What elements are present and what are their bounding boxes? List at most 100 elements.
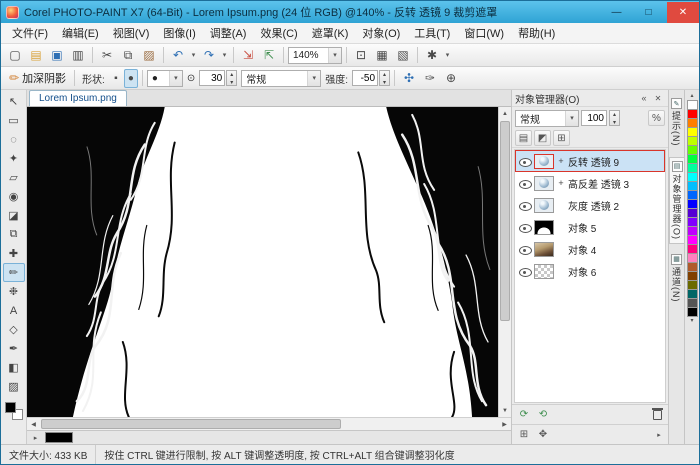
menu-effects[interactable]: 效果(C) xyxy=(253,23,304,43)
redo-dropdown-icon[interactable] xyxy=(220,46,229,65)
mask-rectangle-tool-icon[interactable]: ▭ xyxy=(3,111,25,130)
clone-tool-icon[interactable]: ⧉ xyxy=(3,225,25,244)
scroll-up-icon[interactable] xyxy=(499,107,511,120)
menu-image[interactable]: 图像(I) xyxy=(156,23,202,43)
visibility-eye-icon[interactable] xyxy=(518,243,532,255)
show-mask-marquee-icon[interactable]: ▦ xyxy=(372,46,392,65)
background-thumbnail[interactable] xyxy=(534,263,554,279)
lens-thumbnail[interactable] xyxy=(534,197,554,213)
lens-thumbnail[interactable] xyxy=(534,153,554,169)
visibility-eye-icon[interactable] xyxy=(518,155,532,167)
redo-icon[interactable]: ↷ xyxy=(199,46,219,65)
foreground-color-swatch[interactable] xyxy=(4,402,16,413)
brush-options-icon[interactable]: ⊕ xyxy=(441,69,461,88)
horizontal-scrollbar[interactable] xyxy=(27,417,511,430)
color-control[interactable] xyxy=(4,402,23,420)
options-icon[interactable]: ✱ xyxy=(422,46,442,65)
strength-input[interactable] xyxy=(352,70,379,86)
transparency-tool-icon[interactable]: ▨ xyxy=(3,377,25,396)
copy-icon[interactable]: ⧉ xyxy=(118,46,138,65)
show-object-marquee-icon[interactable]: ▧ xyxy=(393,46,413,65)
edit-across-objects-icon[interactable]: ⊞ xyxy=(553,130,570,146)
import-icon[interactable]: ⇲ xyxy=(238,46,258,65)
object-row-highpass-lens[interactable]: + 高反差 透镜 3 xyxy=(515,172,665,194)
menu-file[interactable]: 文件(F) xyxy=(5,23,55,43)
object-row-object6[interactable]: 对象 6 xyxy=(515,260,665,282)
mask-lasso-tool-icon[interactable]: ◌ xyxy=(3,130,25,149)
maximize-button[interactable]: □ xyxy=(635,2,662,23)
canvas-image[interactable] xyxy=(27,107,498,417)
text-tool-icon[interactable]: A xyxy=(3,301,25,320)
toolbar-flyout-icon[interactable] xyxy=(443,46,452,65)
docker-collapse-icon[interactable] xyxy=(637,93,651,103)
object-row-grayscale-lens[interactable]: 灰度 透镜 2 xyxy=(515,194,665,216)
thumbnail-options-icon[interactable]: ⊞ xyxy=(516,427,532,442)
eyedropper-tool-icon[interactable]: ✒ xyxy=(3,339,25,358)
object-thumbnail[interactable] xyxy=(534,219,554,235)
object-row-invert-lens[interactable]: + 反转 透镜 9 xyxy=(515,150,665,172)
scroll-left-icon[interactable] xyxy=(27,421,40,428)
palette-scroll-down-icon[interactable] xyxy=(690,317,693,326)
eraser-tool-icon[interactable]: ◪ xyxy=(3,206,25,225)
fullscreen-preview-icon[interactable]: ⊡ xyxy=(351,46,371,65)
minimize-button[interactable]: — xyxy=(603,2,630,23)
delete-object-icon[interactable] xyxy=(652,407,663,420)
object-thumbnail[interactable] xyxy=(534,241,554,257)
scroll-right-icon[interactable] xyxy=(498,421,511,428)
zoom-dropdown-icon[interactable] xyxy=(328,47,341,63)
new-object-icon[interactable]: ⟲ xyxy=(535,407,551,422)
open-icon[interactable]: ▤ xyxy=(26,46,46,65)
close-button[interactable]: ✕ xyxy=(667,1,699,23)
nib-size-input[interactable] xyxy=(199,70,226,86)
paste-icon[interactable]: ▨ xyxy=(139,46,159,65)
visibility-eye-icon[interactable] xyxy=(518,177,532,189)
undo-icon[interactable]: ↶ xyxy=(168,46,188,65)
object-opacity-input[interactable] xyxy=(581,110,607,126)
nib-size-stepper[interactable] xyxy=(226,70,238,86)
pick-tool-icon[interactable]: ↖ xyxy=(3,92,25,111)
lens-thumbnail[interactable] xyxy=(534,175,554,191)
opacity-filter-icon[interactable]: % xyxy=(648,110,665,126)
vertical-scroll-thumb[interactable] xyxy=(500,121,510,321)
crop-tool-icon[interactable]: ▱ xyxy=(3,168,25,187)
visibility-eye-icon[interactable] xyxy=(518,265,532,277)
menu-help[interactable]: 帮助(H) xyxy=(511,23,562,43)
docker-flyout-icon[interactable] xyxy=(654,431,664,439)
menu-view[interactable]: 视图(V) xyxy=(106,23,157,43)
scroll-down-icon[interactable] xyxy=(499,404,511,417)
zoom-tool-icon[interactable]: ◉ xyxy=(3,187,25,206)
nib-dropdown-icon[interactable] xyxy=(168,70,182,86)
fill-tool-icon[interactable]: ◧ xyxy=(3,358,25,377)
pen-pressure-icon[interactable]: ✑ xyxy=(420,69,440,88)
nib-round-button[interactable]: ● xyxy=(123,68,138,88)
save-icon[interactable]: ▣ xyxy=(47,46,67,65)
object-opacity-stepper[interactable] xyxy=(609,110,620,126)
visibility-eye-icon[interactable] xyxy=(518,221,532,233)
watercolor-brush-icon[interactable]: ✣ xyxy=(399,69,419,88)
nav-forward-icon[interactable] xyxy=(30,432,41,443)
menu-object[interactable]: 对象(O) xyxy=(355,23,407,43)
effect-tool-icon[interactable]: ✏ xyxy=(2,263,25,282)
menu-mask[interactable]: 遮罩(K) xyxy=(305,23,356,43)
export-icon[interactable]: ⇱ xyxy=(259,46,279,65)
vertical-scrollbar[interactable] xyxy=(498,107,511,417)
new-lens-icon[interactable]: ⟳ xyxy=(516,407,532,422)
new-group-icon[interactable]: ✥ xyxy=(535,427,551,442)
menu-adjust[interactable]: 调整(A) xyxy=(203,23,254,43)
image-sprayer-tool-icon[interactable]: ❉ xyxy=(3,282,25,301)
lock-transparency-icon[interactable]: ◩ xyxy=(534,130,551,146)
menu-window[interactable]: 窗口(W) xyxy=(457,23,511,43)
docker-tab-channels[interactable]: ▦ 通道(N) xyxy=(669,251,684,306)
docker-tab-hints[interactable]: ✎ 提示(N) xyxy=(669,95,684,150)
object-merge-mode-select[interactable]: 常规 xyxy=(515,109,579,127)
cut-icon[interactable]: ✂ xyxy=(97,46,117,65)
navigator-thumbnail[interactable] xyxy=(45,432,73,443)
object-row-object5[interactable]: 对象 5 xyxy=(515,216,665,238)
expand-plus-icon[interactable]: + xyxy=(557,156,565,166)
object-merge-dropdown-icon[interactable] xyxy=(565,110,578,126)
visibility-eye-icon[interactable] xyxy=(518,199,532,211)
undo-dropdown-icon[interactable] xyxy=(189,46,198,65)
titlebar[interactable]: Corel PHOTO-PAINT X7 (64-Bit) - Lorem Ip… xyxy=(1,1,699,23)
document-tab[interactable]: Lorem Ipsum.png xyxy=(29,90,127,106)
nib-shape-select[interactable]: ● xyxy=(146,69,183,87)
